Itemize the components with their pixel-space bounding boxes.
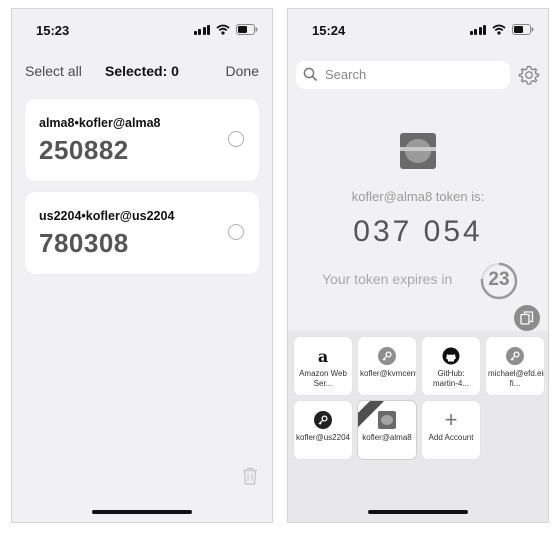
status-time: 15:23 — [36, 23, 70, 38]
status-bar: 15:24 — [288, 9, 548, 45]
accounts-grid: a Amazon Web Ser... kofler@kvmcentos Git… — [294, 337, 544, 459]
account-label: GitHub: martin-4... — [432, 369, 469, 388]
account-tile-amazon[interactable]: a Amazon Web Ser... — [294, 337, 352, 395]
account-tile-alma8[interactable]: kofler@alma8 — [358, 401, 416, 459]
status-time: 15:24 — [312, 23, 346, 38]
home-indicator[interactable] — [368, 510, 468, 514]
expires-text: Your token expires in — [322, 271, 453, 287]
done-button[interactable]: Done — [226, 63, 259, 79]
search-field[interactable]: Search — [296, 61, 510, 89]
token-account: us2204•kofler@us2204 — [39, 209, 175, 223]
add-account-button[interactable]: + Add Account — [422, 401, 480, 459]
account-label: michael@efd.eine-fi... — [488, 369, 544, 388]
wifi-icon — [492, 24, 506, 35]
token-code[interactable]: 037 054 — [288, 215, 548, 249]
account-avatar — [400, 133, 436, 169]
token-code: 250882 — [39, 135, 129, 165]
copy-button[interactable] — [514, 305, 540, 331]
token-list: alma8•kofler@alma8 250882 us2204•kofler@… — [25, 99, 259, 285]
avatar-icon — [377, 410, 397, 430]
account-tile-github[interactable]: GitHub: martin-4... — [422, 337, 480, 395]
key-icon — [377, 346, 397, 366]
selection-toolbar: Select all Selected: 0 Done — [12, 61, 272, 85]
account-tile-us2204[interactable]: kofler@us2204 — [294, 401, 352, 459]
home-indicator[interactable] — [92, 510, 192, 514]
select-radio-button[interactable] — [228, 224, 244, 240]
select-all-button[interactable]: Select all — [25, 63, 82, 79]
selected-count: Selected: 0 — [105, 63, 179, 79]
token-card[interactable]: alma8•kofler@alma8 250882 — [25, 99, 259, 181]
account-label: kofler@kvmcentos — [360, 369, 416, 378]
phone-screen-select-mode: 15:23 Select all Selected: 0 Done alma8•… — [11, 8, 273, 523]
token-account: alma8•kofler@alma8 — [39, 116, 161, 130]
gear-icon[interactable] — [518, 64, 540, 91]
amazon-icon: a — [317, 346, 329, 366]
key-icon — [313, 410, 333, 430]
key-icon — [505, 346, 525, 366]
token-label: kofler@alma8 token is: — [351, 189, 485, 204]
account-tile-michael[interactable]: michael@efd.eine-fi... — [486, 337, 544, 395]
account-tile-kvmcentos[interactable]: kofler@kvmcentos — [358, 337, 416, 395]
phone-screen-token-view: 15:24 Search kofler@alma8 token is: 037 … — [287, 8, 549, 523]
countdown-seconds: 23 — [488, 269, 510, 290]
cellular-signal-icon — [469, 24, 486, 35]
add-account-label: Add Account — [428, 433, 474, 442]
token-code: 780308 — [39, 228, 129, 258]
countdown-timer: 23 — [479, 261, 519, 301]
battery-icon — [236, 24, 258, 35]
account-label: kofler@us2204 — [296, 433, 350, 442]
trash-icon[interactable] — [242, 467, 258, 490]
cellular-signal-icon — [193, 24, 210, 35]
status-icons — [193, 23, 259, 35]
search-icon — [303, 67, 318, 87]
accounts-panel: a Amazon Web Ser... kofler@kvmcentos Git… — [288, 331, 548, 522]
github-icon — [441, 346, 461, 366]
account-label: Amazon Web Ser... — [299, 369, 347, 388]
status-icons — [469, 23, 535, 35]
wifi-icon — [216, 24, 230, 35]
select-radio-button[interactable] — [228, 131, 244, 147]
token-card[interactable]: us2204•kofler@us2204 780308 — [25, 192, 259, 274]
plus-icon: + — [444, 407, 458, 432]
search-placeholder: Search — [325, 67, 367, 82]
battery-icon — [512, 24, 534, 35]
status-bar: 15:23 — [12, 9, 272, 45]
account-label: kofler@alma8 — [362, 433, 412, 442]
